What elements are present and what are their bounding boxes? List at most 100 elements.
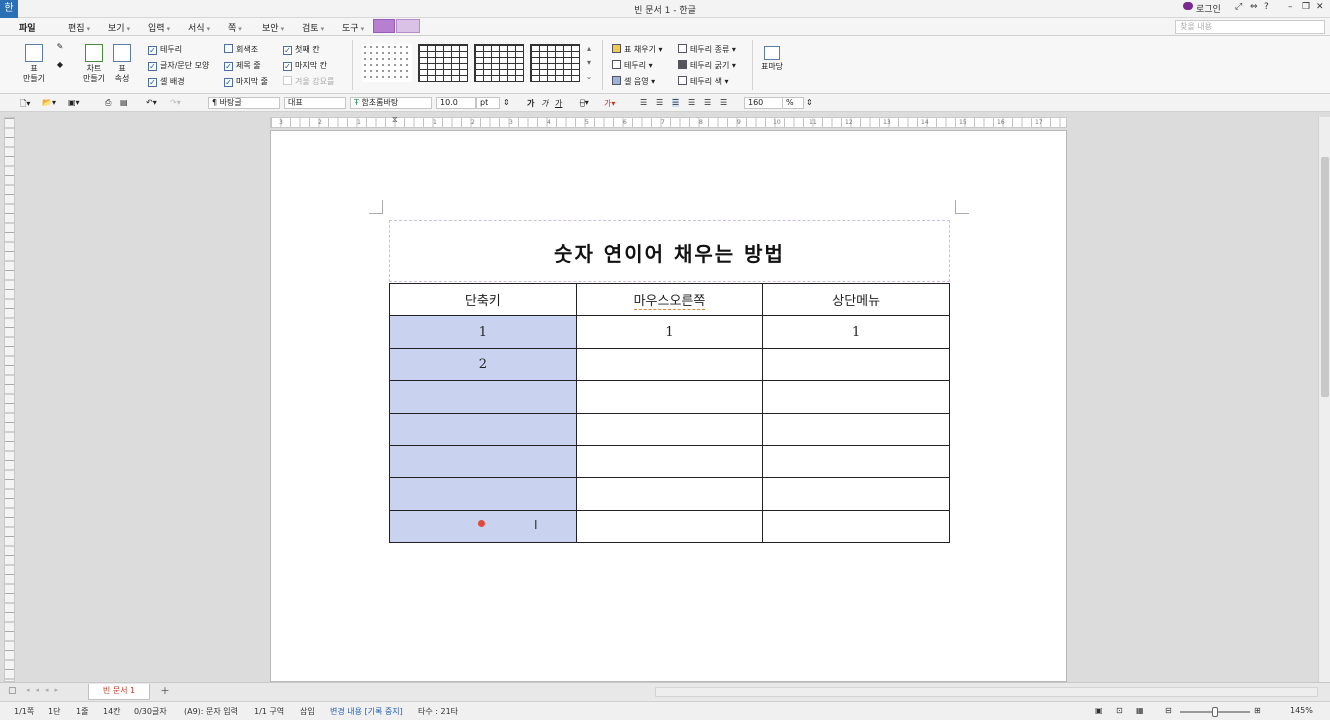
- tab-list-icon[interactable]: ▢: [8, 686, 17, 696]
- table-style-2[interactable]: [474, 44, 524, 82]
- table-cell[interactable]: [575, 380, 764, 414]
- zoom-level[interactable]: 145%: [1290, 706, 1313, 715]
- fullscreen-icon[interactable]: ⤢: [1235, 2, 1242, 12]
- status-input-mode[interactable]: (A9): 문자 입력: [184, 706, 238, 717]
- table-cell[interactable]: [762, 477, 950, 511]
- restore-icon[interactable]: ❐: [1302, 2, 1310, 12]
- new-doc-icon[interactable]: 🗋▾: [20, 98, 30, 112]
- table-cell[interactable]: [575, 412, 764, 446]
- tab-document[interactable]: 빈 문서 1: [88, 684, 150, 700]
- table-make-button[interactable]: 표 만들기: [18, 44, 50, 84]
- zoom-unit-select[interactable]: %: [782, 97, 804, 109]
- open-icon[interactable]: 📂▾: [42, 98, 56, 107]
- redo-icon[interactable]: ↷▾: [170, 98, 181, 107]
- horizontal-scrollbar[interactable]: [655, 687, 1318, 697]
- fill-table-button[interactable]: 표 채우기 ▾: [612, 44, 663, 55]
- print-icon[interactable]: ⎙: [105, 98, 111, 108]
- check-title-row[interactable]: ✓ 제목 줄: [224, 60, 261, 71]
- preview-icon[interactable]: ▤: [120, 98, 128, 107]
- table-wizard-button[interactable]: 표마당: [758, 46, 786, 72]
- login-icon[interactable]: [1183, 2, 1193, 13]
- view-page-icon[interactable]: ▦: [1136, 706, 1144, 715]
- table-cell[interactable]: [762, 509, 950, 544]
- table-design-tab-icon[interactable]: [373, 19, 395, 33]
- check-last-col[interactable]: ✓ 마지막 칸: [283, 60, 327, 71]
- table-cell[interactable]: 1: [389, 315, 577, 349]
- table-cell[interactable]: [389, 477, 577, 511]
- border-type-button[interactable]: 테두리 종류 ▾: [678, 44, 736, 55]
- style-scroll-down-icon[interactable]: ▾: [584, 58, 594, 68]
- save-icon[interactable]: ▣▾: [68, 98, 80, 107]
- border-button[interactable]: 테두리 ▾: [612, 60, 653, 71]
- vertical-scrollbar[interactable]: [1318, 117, 1330, 682]
- table-cell[interactable]: 2: [389, 347, 577, 382]
- border-width-button[interactable]: 테두리 굵기 ▾: [678, 60, 736, 71]
- table-cell[interactable]: 1: [762, 315, 950, 349]
- align-left-icon[interactable]: ☰: [656, 98, 663, 107]
- horizontal-ruler[interactable]: 3 2 1 1 2 3 4 5 6 7 8 9 10 11 12 13 14 1…: [270, 117, 1067, 128]
- table-style-1[interactable]: [418, 44, 468, 82]
- check-last-row[interactable]: ✓ 마지막 줄: [224, 76, 268, 87]
- font-unit-select[interactable]: pt: [476, 97, 500, 109]
- check-grayscale[interactable]: 회색조: [224, 44, 258, 55]
- width-fit-icon[interactable]: ⇔: [1250, 2, 1258, 12]
- vertical-ruler[interactable]: [4, 117, 15, 682]
- table-cell[interactable]: [575, 347, 764, 382]
- table-props-button[interactable]: 표 속성: [108, 44, 136, 84]
- help-icon[interactable]: ?: [1264, 2, 1269, 12]
- table-cell[interactable]: [389, 380, 577, 414]
- check-first-col[interactable]: ✓ 첫째 칸: [283, 44, 320, 55]
- view-fit-icon[interactable]: ⊡: [1116, 706, 1123, 715]
- align-justify-icon[interactable]: ☰: [640, 98, 647, 107]
- zoom-slider-handle[interactable]: [1212, 707, 1218, 717]
- language-select[interactable]: 대표: [284, 97, 346, 109]
- table-cell[interactable]: [575, 509, 764, 544]
- style-select[interactable]: ¶ 바탕글: [208, 97, 280, 109]
- align-split-icon[interactable]: ☰: [720, 98, 727, 107]
- underline-button[interactable]: 가: [555, 98, 562, 109]
- scrollbar-thumb[interactable]: [1321, 157, 1329, 397]
- login-link[interactable]: 로그인: [1196, 2, 1221, 15]
- add-tab-button[interactable]: +: [158, 684, 172, 698]
- cell-shade-button[interactable]: 셀 음영 ▾: [612, 76, 655, 87]
- check-border[interactable]: ✓ 테두리: [148, 44, 182, 55]
- border-color-button[interactable]: 테두리 색 ▾: [678, 76, 729, 87]
- menu-insert[interactable]: 입력 ▾: [148, 21, 170, 34]
- table-cell[interactable]: [762, 412, 950, 446]
- table-cell[interactable]: [762, 380, 950, 414]
- document-title[interactable]: 숫자 연이어 채우는 방법: [389, 238, 950, 267]
- table-cell[interactable]: [389, 444, 577, 479]
- zoom-out-icon[interactable]: ⊟: [1165, 706, 1172, 715]
- font-size-input[interactable]: 10.0: [436, 97, 476, 109]
- menu-review[interactable]: 검토 ▾: [302, 21, 324, 34]
- view-normal-icon[interactable]: ▣: [1095, 706, 1103, 715]
- table-layout-tab-icon[interactable]: [396, 19, 420, 33]
- menu-page[interactable]: 쪽 ▾: [228, 21, 242, 34]
- table-header-cell[interactable]: 단축키: [389, 282, 577, 317]
- font-select[interactable]: Ŧ 함초롬바탕: [350, 97, 432, 109]
- zoom-in-icon[interactable]: ⊞: [1254, 706, 1261, 715]
- bold-button[interactable]: 가: [527, 98, 534, 109]
- align-center-icon[interactable]: ☰: [672, 98, 680, 107]
- table-style-icon[interactable]: ◆: [53, 60, 67, 70]
- menu-edit[interactable]: 편집 ▾: [68, 21, 90, 34]
- indent-marker-icon[interactable]: ⧖: [392, 115, 398, 125]
- table-cell[interactable]: [389, 412, 577, 446]
- table-cell[interactable]: 1: [575, 315, 764, 349]
- table-header-cell[interactable]: 상단메뉴: [762, 282, 950, 317]
- size-stepper-icon[interactable]: ⇕: [503, 98, 510, 107]
- table-style-none[interactable]: [362, 44, 412, 82]
- menu-file[interactable]: 파일: [19, 21, 36, 34]
- close-icon[interactable]: ✕: [1316, 2, 1324, 12]
- menu-security[interactable]: 보안 ▾: [262, 21, 284, 34]
- table-cell[interactable]: [762, 347, 950, 382]
- table-edit-icon[interactable]: ✎: [53, 42, 67, 52]
- italic-button[interactable]: 가: [541, 98, 548, 109]
- chart-make-button[interactable]: 차트 만들기: [78, 44, 110, 84]
- menu-view[interactable]: 보기 ▾: [108, 21, 130, 34]
- table-cell[interactable]: [762, 444, 950, 479]
- style-scroll-up-icon[interactable]: ▴: [584, 44, 594, 54]
- align-right-icon[interactable]: ☰: [688, 98, 695, 107]
- style-more-icon[interactable]: ⌄: [584, 72, 594, 82]
- status-insert[interactable]: 삽입: [300, 706, 315, 717]
